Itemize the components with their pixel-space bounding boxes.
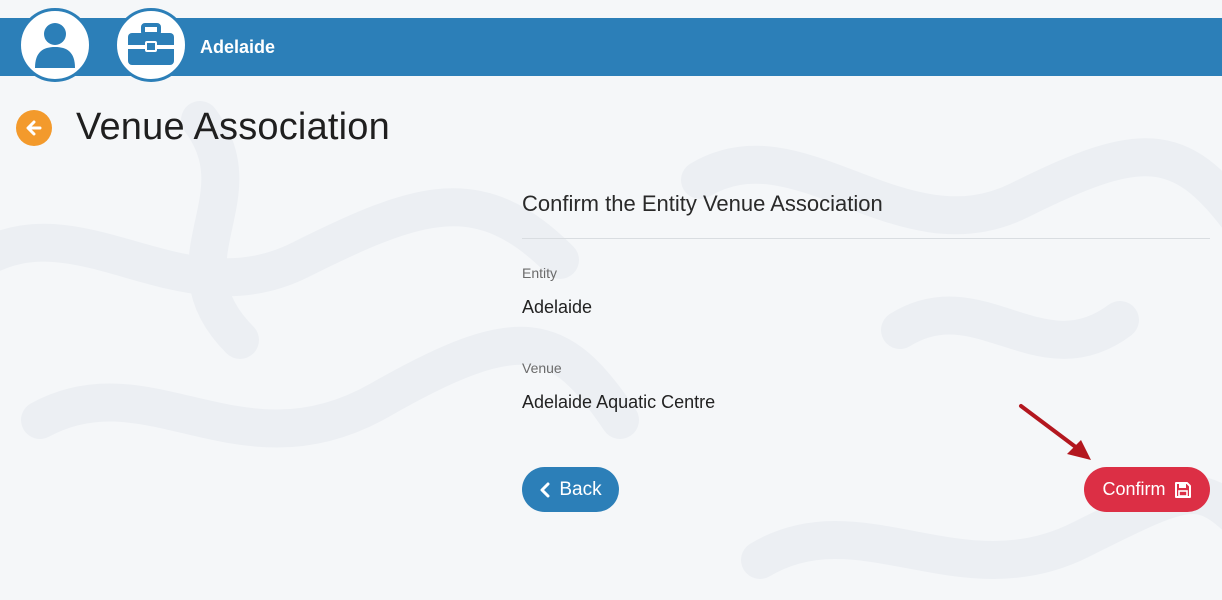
entity-avatar[interactable] [114, 8, 188, 82]
red-arrow-pointer-icon [1019, 404, 1091, 460]
entity-label: Entity [522, 265, 558, 281]
confirm-button-label: Confirm [1102, 479, 1166, 499]
venue-label: Venue [522, 360, 562, 376]
entity-value: Adelaide [522, 297, 593, 317]
venue-value: Adelaide Aquatic Centre [522, 392, 716, 412]
back-button[interactable]: Back [522, 467, 619, 512]
briefcase-icon [128, 23, 174, 65]
entity-name-title: Adelaide [200, 37, 276, 57]
arrow-left-icon [26, 120, 42, 135]
panel-title: Confirm the Entity Venue Association [522, 191, 883, 216]
panel-divider [522, 238, 1210, 239]
save-icon [1174, 481, 1191, 498]
entity-field: Entity Adelaide [522, 265, 1210, 318]
page-title: Venue Association [76, 106, 390, 148]
back-button-label: Back [559, 478, 602, 500]
page-header: Venue Association [16, 106, 390, 149]
confirmation-panel: Confirm the Entity Venue Association Ent… [522, 184, 1210, 413]
user-avatar[interactable] [18, 8, 92, 82]
confirm-button[interactable]: Confirm [1084, 467, 1210, 512]
venue-field: Venue Adelaide Aquatic Centre [522, 360, 1210, 413]
chevron-left-icon [540, 482, 550, 497]
page-back-button[interactable] [16, 109, 52, 146]
user-icon [35, 23, 75, 68]
